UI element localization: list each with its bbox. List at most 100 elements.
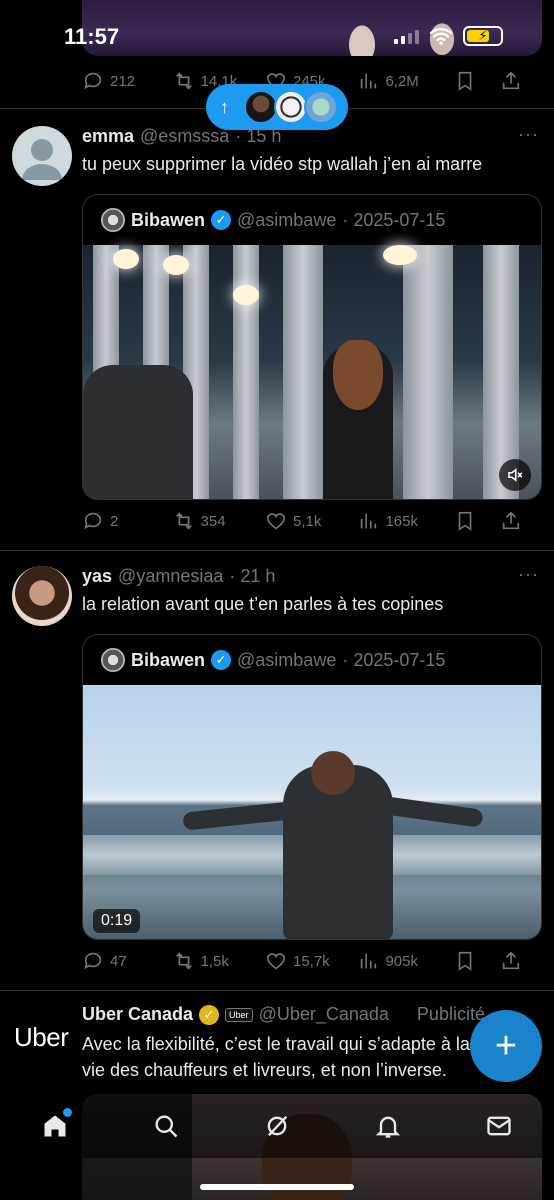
author-handle[interactable]: @yamnesiaa xyxy=(118,566,223,587)
like-count: 5,1k xyxy=(292,512,322,530)
heart-icon xyxy=(266,513,285,530)
author-name[interactable]: yas xyxy=(82,566,112,587)
new-posts-pill[interactable]: ↑ xyxy=(206,84,348,130)
more-options-icon[interactable]: ··· xyxy=(518,124,539,145)
default-avatar-icon xyxy=(22,139,62,180)
bookmark-icon xyxy=(458,511,472,531)
nav-home[interactable] xyxy=(25,1108,85,1140)
views-button[interactable]: 6,2M xyxy=(357,70,453,92)
bookmark-button[interactable] xyxy=(454,510,500,532)
verified-gold-badge-icon: ✓ xyxy=(199,1004,220,1025)
tweet1-header: emma @esmsssa · 15 h xyxy=(82,126,281,147)
bottom-navigation xyxy=(0,1094,554,1158)
reply-count: 2 xyxy=(110,512,119,530)
nav-messages[interactable] xyxy=(469,1112,529,1140)
views-icon xyxy=(361,513,377,529)
quote-header: Bibawen ✓ @asimbawe · 2025-07-15 xyxy=(83,635,541,685)
share-icon xyxy=(502,71,520,90)
arrow-up-icon: ↑ xyxy=(220,96,229,117)
views-icon xyxy=(361,73,377,89)
quote-avatar xyxy=(101,648,125,672)
retweet-button[interactable]: 1,5k xyxy=(173,950,265,972)
retweet-count: 354 xyxy=(200,512,226,530)
retweet-icon xyxy=(175,952,192,970)
wifi-icon xyxy=(429,28,453,45)
more-options-icon[interactable]: ··· xyxy=(518,564,539,585)
like-button[interactable]: 5,1k xyxy=(265,510,357,532)
views-button[interactable]: 905k xyxy=(357,950,453,972)
author-name[interactable]: emma xyxy=(82,126,134,147)
tweet2-actions: 47 1,5k 15,7k 905k xyxy=(82,950,522,972)
home-indicator[interactable] xyxy=(200,1184,354,1190)
bookmark-button[interactable] xyxy=(454,70,500,92)
post-time[interactable]: · 21 h xyxy=(229,566,275,587)
views-count: 6,2M xyxy=(385,72,419,90)
pill-avatar xyxy=(274,90,308,124)
author-name[interactable]: Uber Canada xyxy=(82,1004,193,1025)
quote-author-name: Bibawen xyxy=(131,649,206,670)
reply-count: 212 xyxy=(110,72,136,90)
battery-icon: ⚡ xyxy=(463,26,503,46)
author-handle[interactable]: @Uber_Canada xyxy=(259,1004,389,1025)
views-count: 165k xyxy=(385,512,418,530)
tweet2-header: yas @yamnesiaa · 21 h xyxy=(82,566,275,587)
bookmark-icon xyxy=(458,951,472,971)
quote-video[interactable] xyxy=(83,245,541,499)
retweet-button[interactable]: 354 xyxy=(173,510,265,532)
quote-date: · 2025-07-15 xyxy=(342,209,446,230)
retweet-count: 1,5k xyxy=(200,952,229,970)
reply-button[interactable]: 47 xyxy=(82,950,173,972)
avatar[interactable] xyxy=(12,566,72,626)
compose-post-button[interactable]: + xyxy=(470,1010,542,1082)
pill-avatar xyxy=(244,90,278,124)
status-icons: ⚡ xyxy=(394,26,503,46)
mail-icon xyxy=(486,1116,511,1136)
bookmark-icon xyxy=(458,71,472,91)
plus-icon: + xyxy=(494,1024,518,1067)
like-button[interactable]: 15,7k xyxy=(265,950,357,972)
quote-video[interactable]: 0:19 xyxy=(83,685,541,939)
quote-date: · 2025-07-15 xyxy=(342,649,446,670)
tweet1-actions: 2 354 5,1k 165k xyxy=(82,510,522,532)
ad-header: Uber Canada ✓ Uber @Uber_Canada Publicit… xyxy=(82,1004,522,1025)
views-count: 905k xyxy=(385,952,418,970)
status-time: 11:57 xyxy=(64,24,120,49)
heart-icon xyxy=(266,953,285,970)
cellular-signal-icon xyxy=(394,28,419,44)
reply-button[interactable]: 2 xyxy=(82,510,173,532)
mute-button[interactable] xyxy=(499,459,531,491)
author-handle[interactable]: @esmsssa xyxy=(140,126,229,147)
search-icon xyxy=(155,1115,178,1138)
bookmark-button[interactable] xyxy=(454,950,500,972)
uber-logo[interactable]: Uber xyxy=(14,1022,69,1053)
post-time[interactable]: · 15 h xyxy=(235,126,281,147)
reply-icon xyxy=(84,952,102,969)
verified-badge-icon: ✓ xyxy=(211,650,232,670)
nav-search[interactable] xyxy=(136,1112,196,1140)
quote-tweet[interactable]: Bibawen ✓ @asimbawe · 2025-07-15 xyxy=(82,194,542,500)
bell-icon xyxy=(375,1116,400,1138)
promoted-label: Publicité xyxy=(416,1004,485,1024)
quote-header: Bibawen ✓ @asimbawe · 2025-07-15 xyxy=(83,195,541,245)
pill-avatar xyxy=(304,90,338,124)
views-button[interactable]: 165k xyxy=(357,510,453,532)
share-button[interactable] xyxy=(500,70,522,92)
quote-author-handle: @asimbawe xyxy=(237,209,337,230)
avatar[interactable] xyxy=(12,126,72,186)
reply-button[interactable]: 212 xyxy=(82,70,173,92)
share-button[interactable] xyxy=(500,510,522,532)
share-icon xyxy=(502,511,520,530)
reply-count: 47 xyxy=(110,952,127,970)
quote-author-handle: @asimbawe xyxy=(237,649,337,670)
nav-grok[interactable] xyxy=(247,1112,307,1140)
reply-icon xyxy=(84,72,102,89)
share-button[interactable] xyxy=(500,950,522,972)
nav-notifications[interactable] xyxy=(358,1112,418,1140)
muted-speaker-icon xyxy=(508,468,523,482)
quote-tweet[interactable]: Bibawen ✓ @asimbawe · 2025-07-15 0:19 xyxy=(82,634,542,940)
tweet-text: la relation avant que t’en parles à tes … xyxy=(82,594,444,614)
retweet-icon xyxy=(175,72,192,90)
views-icon xyxy=(361,953,377,969)
retweet-icon xyxy=(175,512,192,530)
like-count: 15,7k xyxy=(292,952,330,970)
